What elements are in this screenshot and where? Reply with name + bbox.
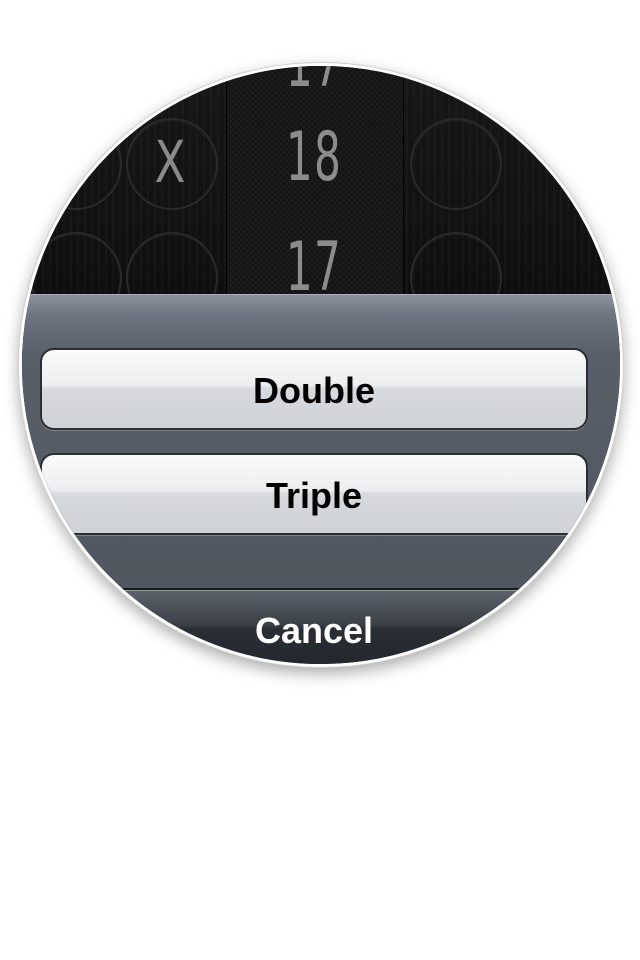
mark-slot[interactable] [410, 118, 502, 210]
x-mark-icon: X [154, 128, 186, 196]
triple-button[interactable]: Triple [40, 453, 588, 535]
row-number: 18 [285, 118, 343, 197]
page: 17 X 18 17 Double Triple Cancel [0, 0, 640, 960]
lens-content: 17 X 18 17 Double Triple Cancel [22, 63, 620, 664]
cancel-button[interactable]: Cancel [40, 588, 588, 664]
double-button[interactable]: Double [40, 348, 588, 430]
row-number-top: 17 [285, 63, 343, 103]
magnifier-lens: 17 X 18 17 Double Triple Cancel [19, 63, 623, 667]
mark-slot[interactable] [30, 118, 122, 210]
